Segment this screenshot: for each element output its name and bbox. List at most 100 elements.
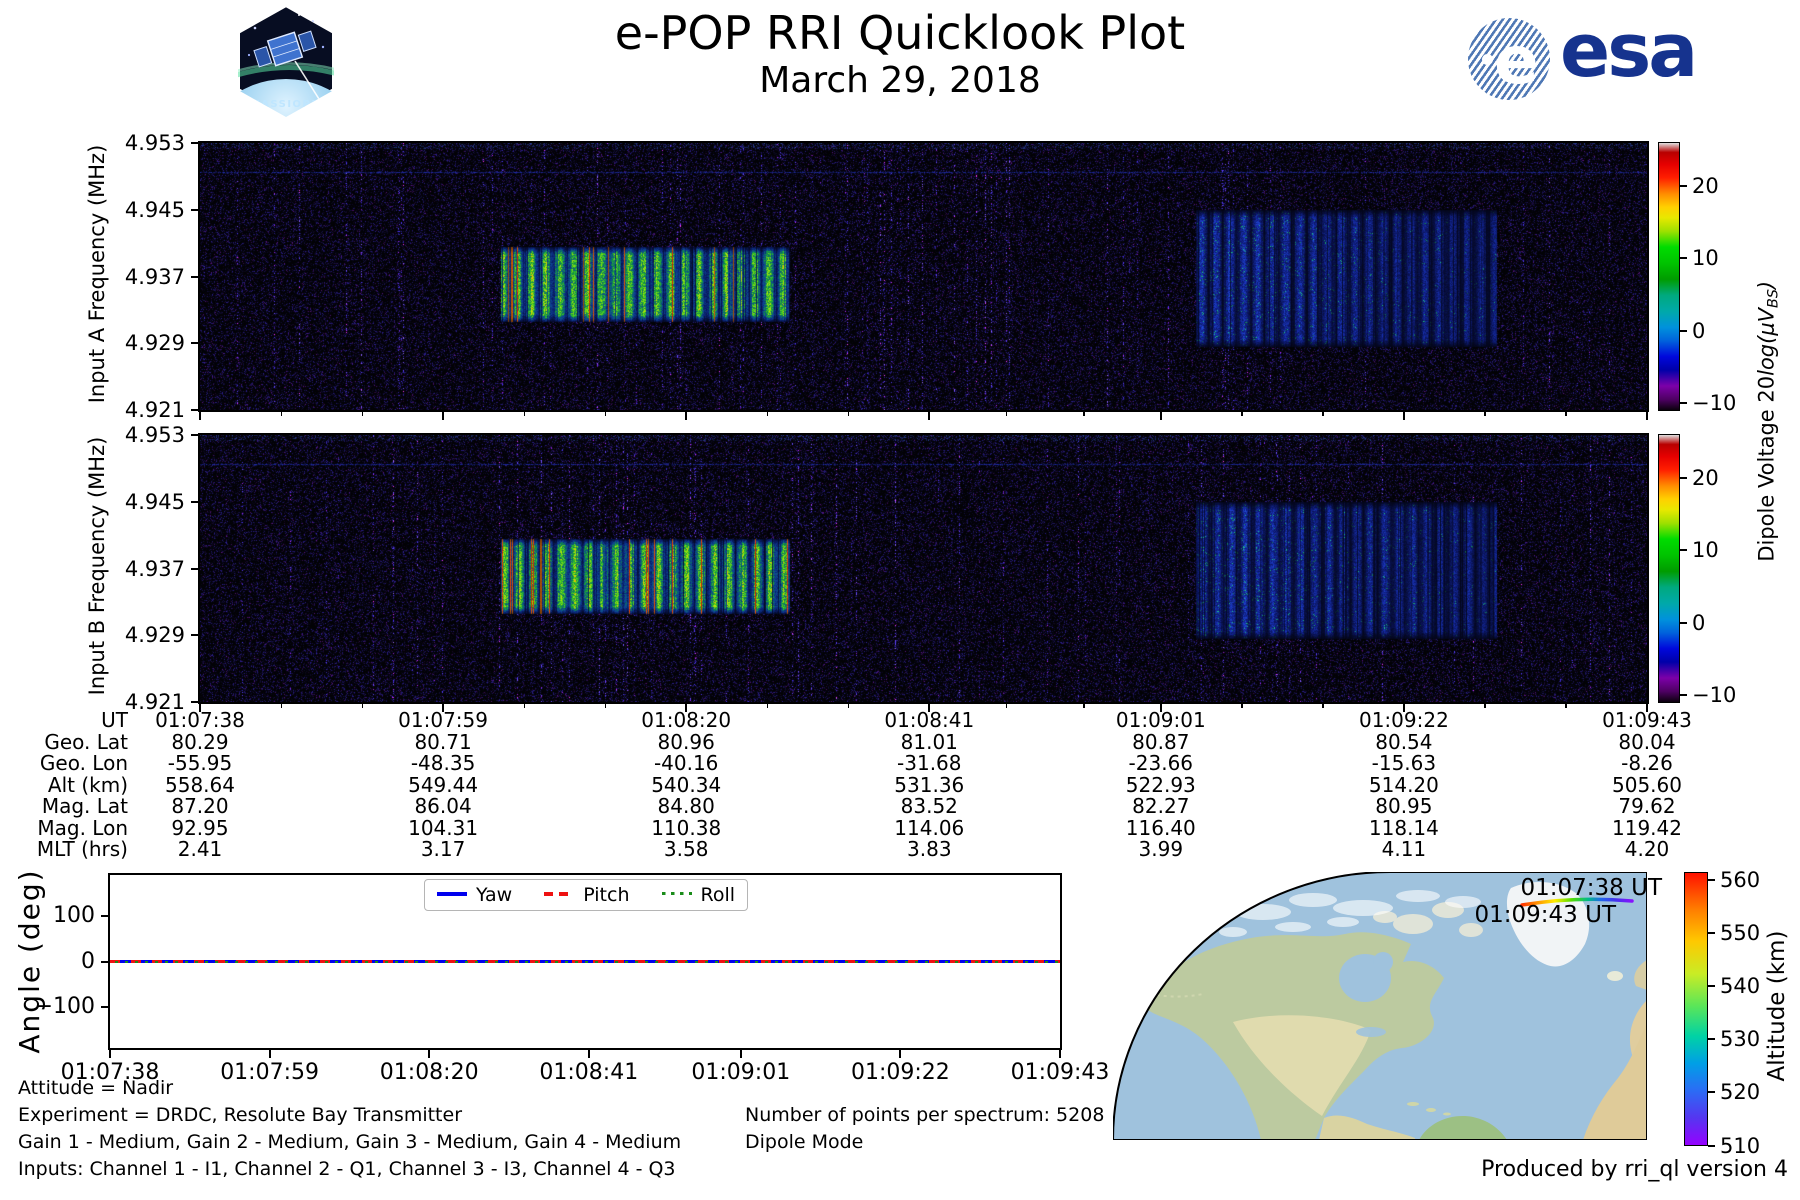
map-hudson-north (1373, 952, 1393, 972)
table-cell: 3.83 (907, 837, 952, 861)
table-cell: 01:09:01 (1115, 708, 1206, 732)
esa-logo: e esa (1468, 8, 1708, 108)
colorbar-tick (1680, 401, 1687, 404)
table-cell: 3.17 (420, 837, 466, 861)
spectrogram-panel-b (198, 433, 1649, 704)
y-tick-label: 4.937 (124, 264, 185, 289)
dipole-colorbar-b (1658, 433, 1680, 703)
colorbar-tick (1680, 621, 1687, 624)
angle-x-tick (587, 1050, 590, 1058)
esa-globe-dot (1482, 54, 1493, 65)
table-cell: 01:07:38 (155, 708, 245, 732)
angle-x-tick (268, 1050, 271, 1058)
colorbar-tick (1680, 693, 1687, 696)
x-tick-minor (604, 704, 607, 708)
esa-globe-e: e (1494, 22, 1539, 99)
dipole-label-close: ) (1754, 280, 1779, 290)
y-tick (191, 634, 200, 637)
yaw-line-icon (437, 891, 467, 896)
table-cell: 80.96 (657, 729, 715, 754)
table-cell: 116.40 (1125, 815, 1196, 840)
x-tick-major (1402, 412, 1405, 420)
legend-label-pitch: Pitch (583, 884, 630, 906)
x-tick-major (928, 412, 931, 420)
x-tick-minor (1005, 412, 1008, 416)
map-hispaniola (1426, 1108, 1436, 1112)
table-cell: 92.95 (171, 815, 229, 840)
table-cell: 119.42 (1612, 815, 1682, 840)
x-tick-minor (1484, 704, 1486, 708)
x-tick-minor (1083, 412, 1085, 416)
table-cell: -23.66 (1128, 751, 1194, 775)
altitude-tick-label: 560 (1720, 867, 1761, 892)
legend-entry-roll: Roll (661, 884, 736, 906)
y-tick (191, 500, 200, 503)
table-cell: 110.38 (651, 815, 722, 840)
table-cell: 3.58 (663, 837, 709, 861)
table-cell: 4.20 (1624, 837, 1670, 861)
table-cell: 01:08:41 (884, 708, 975, 732)
angle-x-tick (739, 1050, 742, 1058)
angle-x-tick-label: 01:07:59 (220, 1060, 319, 1085)
dipole-label-sub: BS (1765, 289, 1782, 308)
y-tick (191, 342, 200, 345)
angle-y-tick-label: 100 (53, 902, 95, 928)
y-tick (191, 208, 200, 211)
x-tick-minor (1565, 704, 1567, 708)
colorbar-tick (1680, 549, 1687, 552)
x-tick-minor (1322, 704, 1324, 708)
y-tick-label: 4.945 (124, 197, 185, 222)
table-cell: 80.54 (1375, 729, 1433, 754)
table-cell: 104.31 (408, 815, 479, 840)
colorbar-tick-label: 20 (1692, 466, 1719, 491)
table-cell: 80.29 (171, 729, 229, 754)
esa-logo-text: esa (1560, 8, 1698, 94)
angle-x-tick-label: 01:09:01 (691, 1060, 791, 1085)
pitch-line-icon (544, 891, 575, 896)
angle-x-tick-label: 01:09:22 (850, 1060, 950, 1085)
altitude-tick (1708, 932, 1715, 935)
table-cell: 01:07:59 (398, 708, 488, 732)
table-cell: 01:09:43 (1602, 708, 1692, 732)
dipole-label-italic: log(μV (1754, 307, 1779, 376)
x-tick-minor (604, 412, 607, 416)
table-cell: 4.11 (1381, 837, 1427, 861)
x-tick-minor (523, 412, 526, 416)
x-tick-minor (766, 412, 769, 416)
y-tick-label: 4.937 (124, 556, 185, 581)
x-tick-minor (280, 704, 283, 708)
x-tick-minor (1005, 704, 1008, 708)
track-start-label: 01:07:38 UT (1520, 875, 1663, 901)
x-tick-minor (1241, 704, 1243, 708)
colorbar-tick (1680, 185, 1687, 188)
table-cell: 505.60 (1612, 772, 1682, 797)
attitude-legend: Yaw Pitch Roll (424, 879, 749, 911)
table-cell: 84.80 (657, 794, 715, 818)
altitude-tick-label: 550 (1720, 921, 1761, 946)
altitude-tick-label: 520 (1720, 1080, 1761, 1105)
legend-label-roll: Roll (700, 884, 736, 906)
x-tick-minor (361, 704, 364, 708)
y-tick-label: 4.929 (124, 331, 185, 356)
y-tick-label: 4.921 (124, 398, 185, 422)
altitude-tick-label: 510 (1720, 1133, 1761, 1158)
angle-x-tick (428, 1050, 431, 1058)
x-tick-minor (766, 704, 769, 708)
angle-x-tick-label: 01:08:20 (379, 1060, 479, 1085)
y-tick (191, 275, 200, 278)
colorbar-tick (1680, 477, 1687, 480)
table-cell: 118.14 (1368, 815, 1439, 840)
table-cell: -40.16 (653, 751, 719, 775)
map-cuba (1407, 1102, 1419, 1106)
dipole-colorbar-label: Dipole Voltage 20log(μVBS) (1755, 221, 1782, 621)
table-cell: 01:09:22 (1358, 708, 1449, 732)
map-iceland (1607, 971, 1623, 981)
table-cell: 558.64 (165, 772, 235, 797)
experiment-annotation: Experiment = DRDC, Resolute Bay Transmit… (18, 1104, 463, 1126)
table-cell: 540.34 (651, 772, 722, 797)
x-tick-minor (847, 704, 850, 708)
legend-entry-yaw: Yaw (437, 884, 512, 906)
x-tick-major (442, 412, 445, 420)
altitude-tick (1708, 878, 1715, 881)
table-cell: -55.95 (167, 751, 233, 775)
